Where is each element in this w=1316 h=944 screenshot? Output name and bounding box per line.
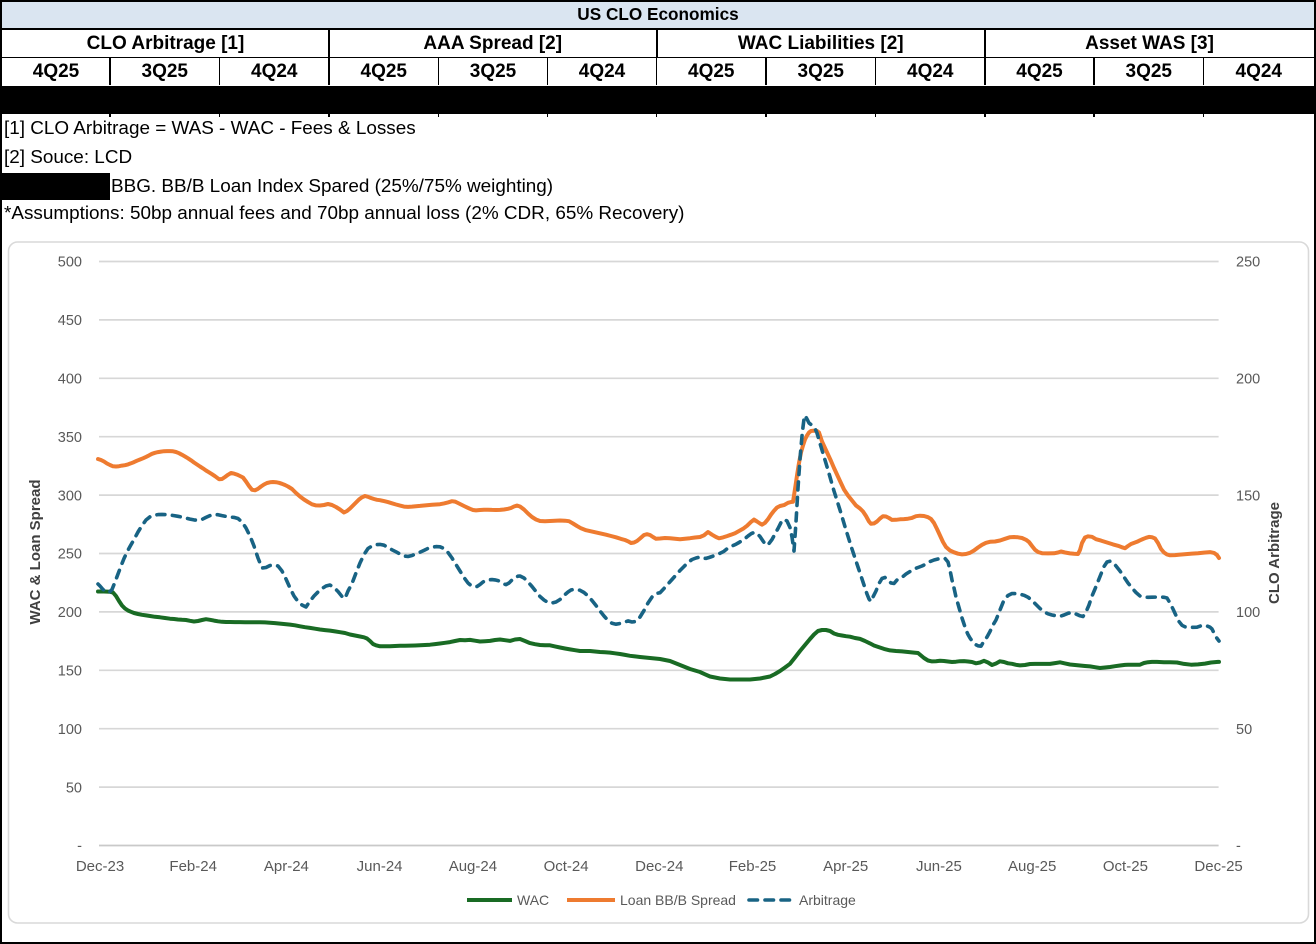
svg-text:50: 50 xyxy=(66,780,82,796)
svg-text:CLO Arbitrage: CLO Arbitrage xyxy=(1266,502,1283,604)
svg-text:-: - xyxy=(1236,839,1241,855)
svg-text:Oct-25: Oct-25 xyxy=(1103,858,1148,875)
svg-text:Aug-25: Aug-25 xyxy=(1008,858,1056,875)
svg-text:Arbitrage: Arbitrage xyxy=(799,892,856,908)
svg-text:250: 250 xyxy=(58,547,82,563)
svg-text:200: 200 xyxy=(58,605,82,621)
svg-text:250: 250 xyxy=(1236,255,1260,271)
svg-text:Jun-25: Jun-25 xyxy=(916,858,962,875)
svg-text:Apr-24: Apr-24 xyxy=(264,858,309,875)
svg-text:Dec-24: Dec-24 xyxy=(635,858,683,875)
svg-text:300: 300 xyxy=(58,488,82,504)
svg-text:150: 150 xyxy=(58,664,82,680)
svg-text:-: - xyxy=(77,839,82,855)
svg-text:350: 350 xyxy=(58,430,82,446)
svg-text:Dec-25: Dec-25 xyxy=(1194,858,1242,875)
svg-text:100: 100 xyxy=(1236,605,1260,621)
svg-text:150: 150 xyxy=(1236,488,1260,504)
svg-text:200: 200 xyxy=(1236,372,1260,388)
svg-text:500: 500 xyxy=(58,255,82,271)
svg-text:Feb-24: Feb-24 xyxy=(169,858,217,875)
svg-text:450: 450 xyxy=(58,313,82,329)
svg-text:Loan BB/B Spread: Loan BB/B Spread xyxy=(620,892,736,908)
svg-text:WAC & Loan Spread: WAC & Loan Spread xyxy=(27,479,44,624)
svg-text:Aug-24: Aug-24 xyxy=(449,858,497,875)
svg-text:400: 400 xyxy=(58,372,82,388)
svg-text:50: 50 xyxy=(1236,722,1252,738)
svg-text:100: 100 xyxy=(58,722,82,738)
svg-text:WAC: WAC xyxy=(517,892,549,908)
svg-text:Apr-25: Apr-25 xyxy=(823,858,868,875)
svg-text:Dec-23: Dec-23 xyxy=(76,858,124,875)
svg-text:Jun-24: Jun-24 xyxy=(357,858,403,875)
svg-text:Oct-24: Oct-24 xyxy=(544,858,589,875)
svg-text:Feb-25: Feb-25 xyxy=(729,858,777,875)
